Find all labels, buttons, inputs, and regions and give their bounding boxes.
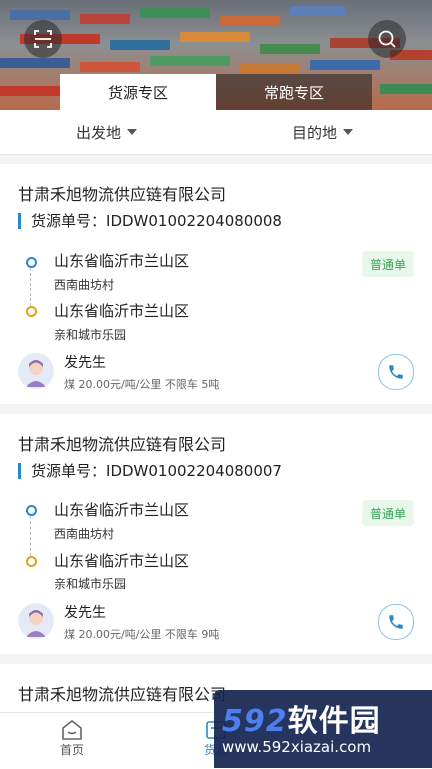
origin-dot-icon [26,505,37,516]
filter-bar: 出发地 目的地 [0,110,432,155]
order-label: 货源单号： [31,212,107,230]
scan-icon [34,30,52,48]
user-avatar-icon [26,610,46,637]
origin-address: 西南曲坊村 [54,278,115,292]
shipper-name: 发先生 [64,355,106,371]
destination-dot-icon [26,556,37,567]
origin-address: 西南曲坊村 [54,527,115,541]
shipper-name: 发先生 [64,605,106,621]
watermark: 592软件园 www.592xiazai.com [214,690,432,768]
container-graphic [10,10,70,20]
origin-dot-icon [26,257,37,268]
phone-icon [389,615,403,629]
search-button[interactable] [368,20,406,58]
order-label: 货源单号： [31,462,107,480]
destination-filter-label: 目的地 [292,123,338,142]
container-graphic [220,16,280,26]
avatar [18,353,54,389]
company-name: 甘肃禾旭物流供应链有限公司 [18,435,227,454]
container-graphic [240,64,300,74]
tab-cargo-zone[interactable]: 货源专区 [60,74,216,110]
avatar [18,603,54,639]
watermark-brand-text: 软件园 [287,704,381,739]
container-graphic [150,56,230,66]
cargo-meta: 煤 20.00元/吨/公里 不限车 9吨 [64,628,220,641]
cargo-card[interactable]: 甘肃禾旭物流供应链有限公司 货源单号： IDDW01002204080008 山… [0,164,432,404]
cargo-card[interactable]: 甘肃禾旭物流供应链有限公司 货源单号： IDDW01002204080007 山… [0,414,432,654]
route-line [30,268,31,306]
container-graphic [180,32,250,42]
destination-city: 山东省临沂市兰山区 [54,552,190,570]
watermark-brand-number: 592 [222,704,288,739]
order-number-row: 货源单号： IDDW01002204080007 [18,460,282,481]
phone-icon [389,365,403,379]
container-graphic [0,58,70,68]
order-type-badge: 普通单 [362,500,414,526]
caret-down-icon [127,129,138,135]
scan-button[interactable] [24,20,62,58]
origin-filter[interactable]: 出发地 [76,110,138,154]
cargo-meta: 煤 20.00元/吨/公里 不限车 5吨 [64,378,220,391]
origin-city: 山东省临沂市兰山区 [54,252,190,270]
order-type-badge: 普通单 [362,251,414,277]
destination-address: 亲和城市乐园 [54,328,127,342]
destination-dot-icon [26,306,37,317]
container-graphic [140,8,210,18]
route-line [30,516,31,556]
zone-tabs: 货源专区 常跑专区 [0,74,432,110]
call-button[interactable] [378,354,414,390]
nav-home[interactable]: 首页 [32,719,112,758]
accent-bar [18,212,21,229]
container-graphic [80,14,130,24]
order-number-row: 货源单号： IDDW01002204080008 [18,210,282,231]
origin-filter-label: 出发地 [76,123,122,142]
user-avatar-icon [26,360,46,387]
watermark-brand: 592软件园 [222,696,381,740]
company-name: 甘肃禾旭物流供应链有限公司 [18,185,227,204]
order-number: IDDW01002204080007 [106,461,282,480]
nav-home-label: 首页 [59,743,84,757]
container-graphic [110,40,170,50]
company-name: 甘肃禾旭物流供应链有限公司 [18,685,227,704]
origin-city: 山东省临沂市兰山区 [54,501,190,519]
container-graphic [260,44,320,54]
accent-bar [18,462,21,479]
container-graphic [80,62,140,72]
tab-regular-route-zone[interactable]: 常跑专区 [216,74,372,110]
container-graphic [310,60,380,70]
home-icon [62,719,82,740]
order-number: IDDW01002204080008 [106,211,282,230]
destination-filter[interactable]: 目的地 [292,110,354,154]
destination-address: 亲和城市乐园 [54,577,127,591]
call-button[interactable] [378,604,414,640]
destination-city: 山东省临沂市兰山区 [54,302,190,320]
search-icon [378,30,396,48]
caret-down-icon [343,129,354,135]
container-graphic [290,6,345,16]
watermark-url: www.592xiazai.com [222,738,372,756]
hero-banner: 货源专区 常跑专区 [0,0,432,110]
